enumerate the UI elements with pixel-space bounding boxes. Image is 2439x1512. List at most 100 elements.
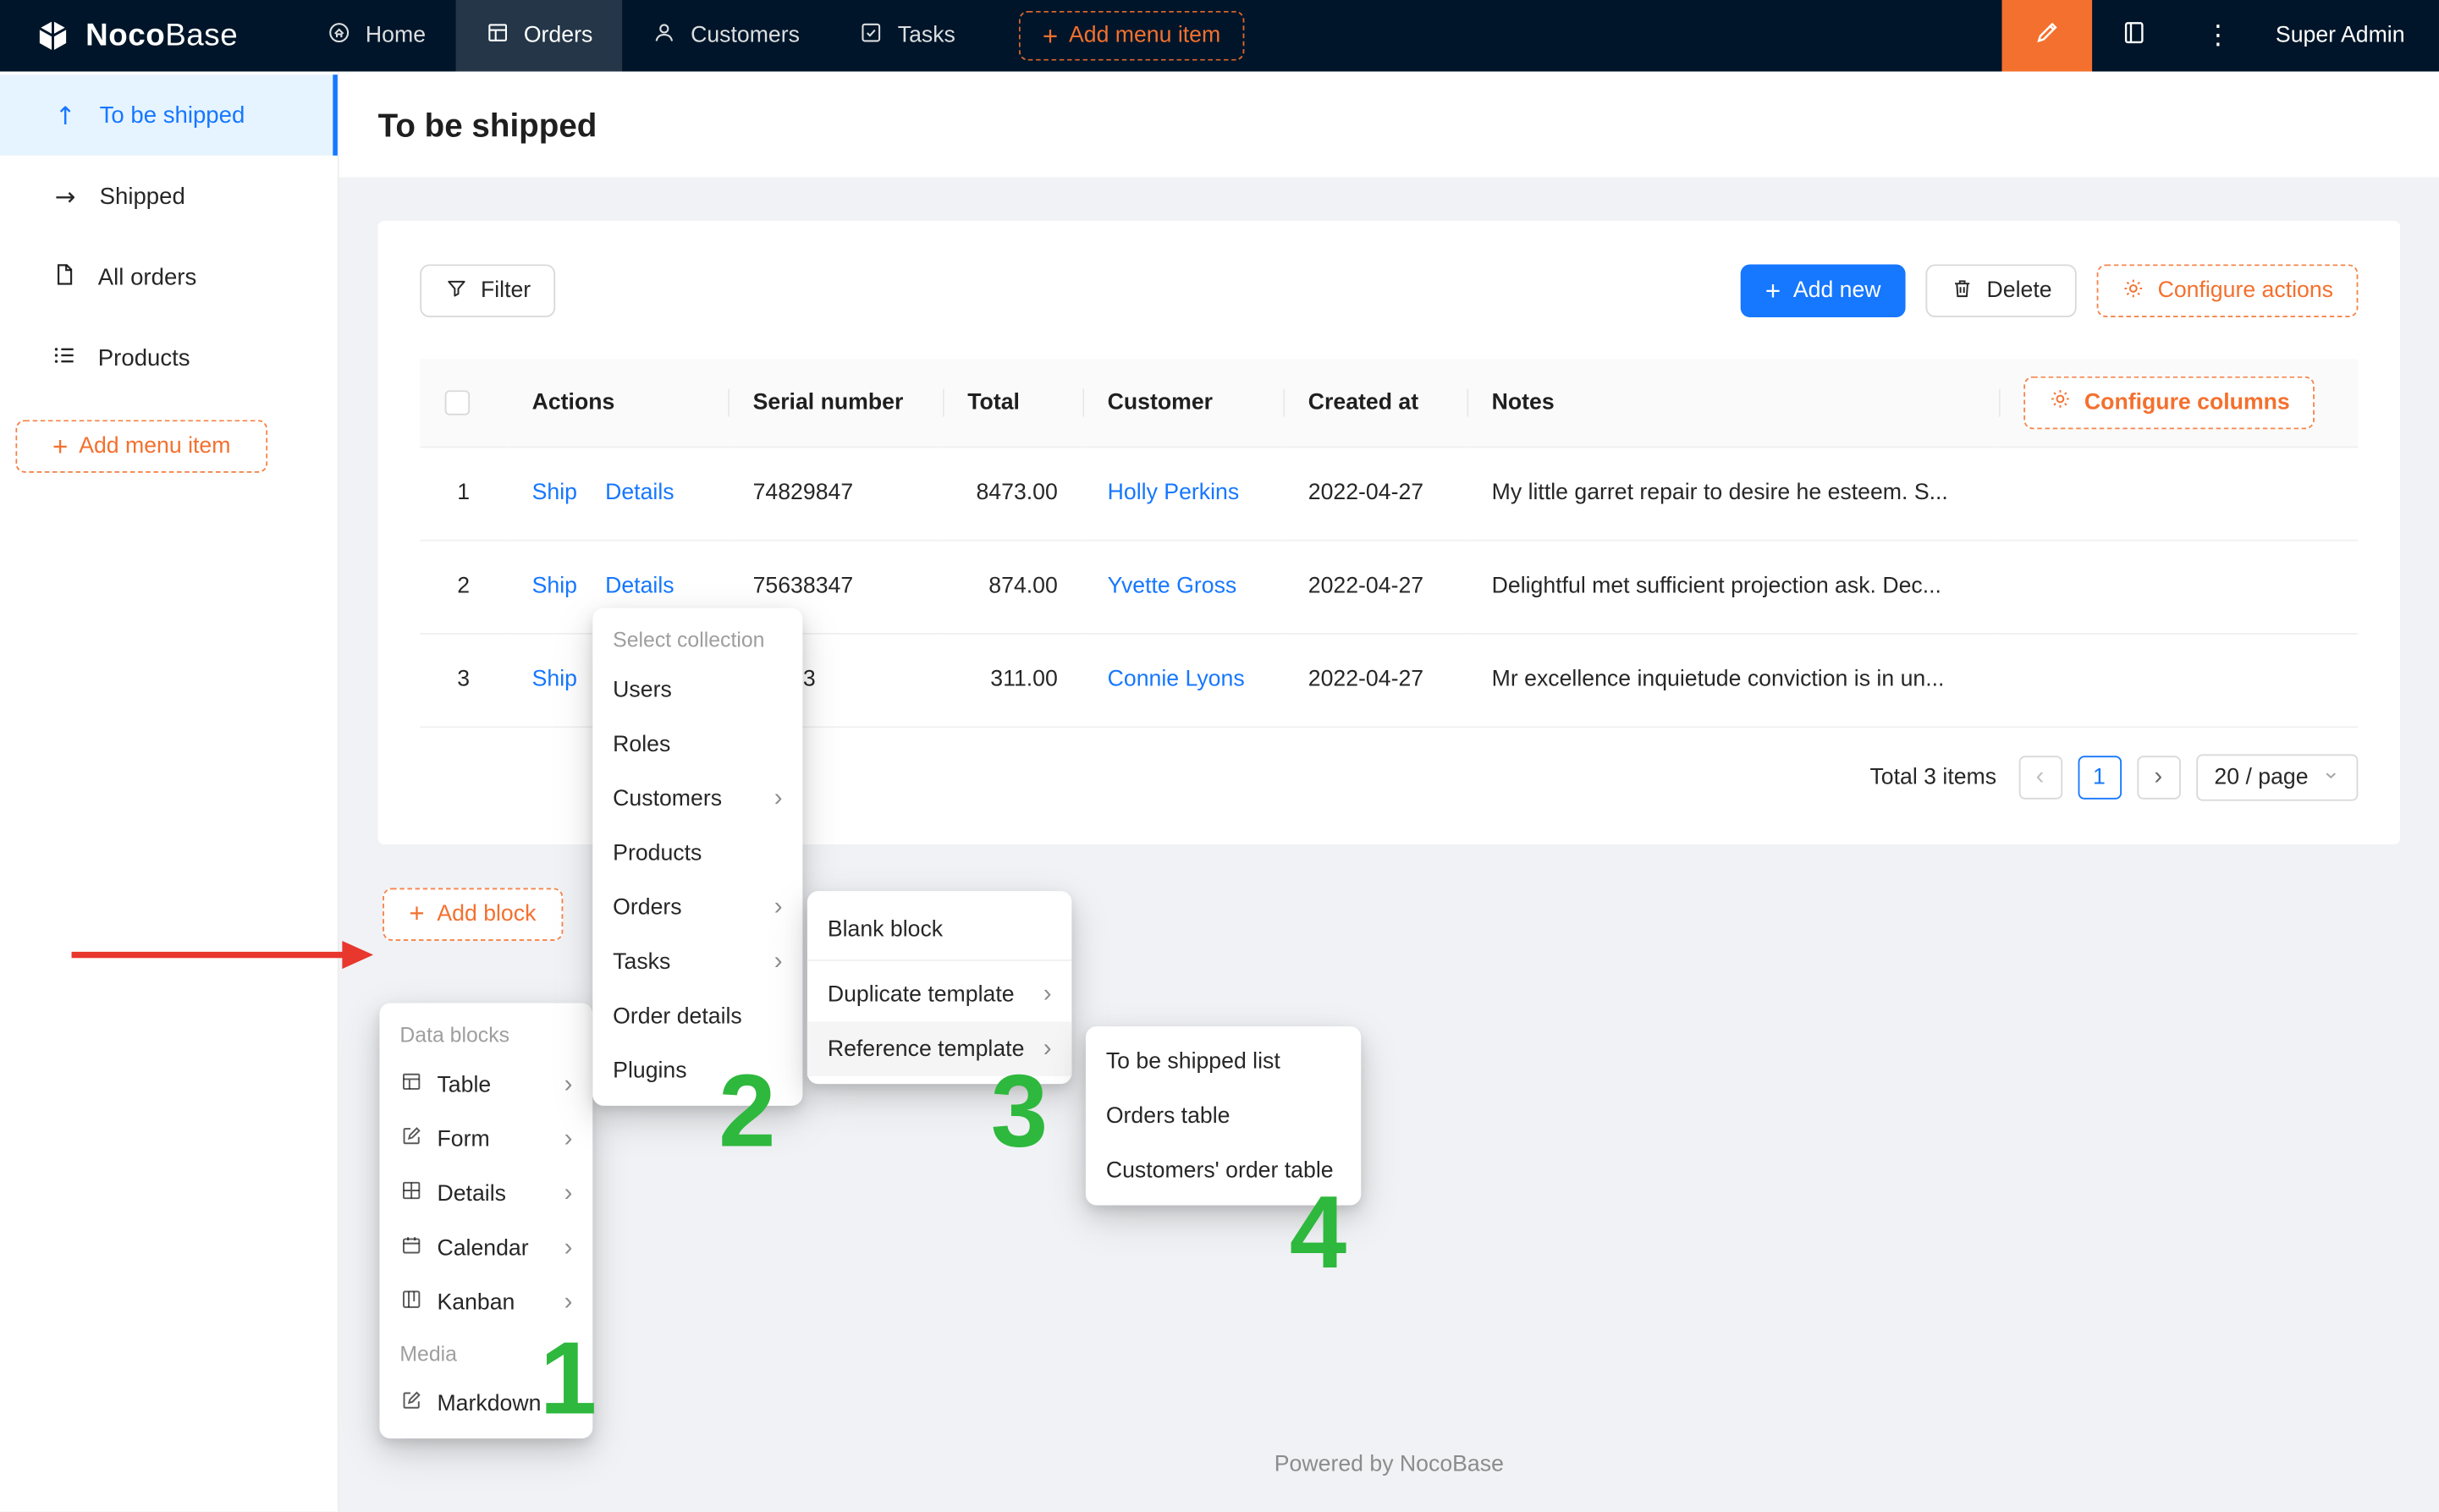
nav-item-orders[interactable]: Orders	[455, 0, 622, 72]
menu-item-users[interactable]: Users	[592, 663, 802, 717]
nav-item-home[interactable]: Home	[297, 0, 455, 72]
red-arrow-annotation	[69, 933, 373, 976]
menu-item-tasks[interactable]: Tasks›	[592, 935, 802, 989]
chevron-right-icon: ›	[564, 1127, 573, 1152]
menu-item-orders[interactable]: Orders›	[592, 880, 802, 934]
created-at-cell: 2022-04-27	[1283, 447, 1467, 540]
details-link[interactable]: Details	[605, 574, 674, 598]
orders-icon	[485, 20, 509, 52]
ship-link[interactable]: Ship	[532, 574, 577, 598]
select-all-checkbox[interactable]	[445, 390, 470, 415]
kebab-menu-icon: ⋮	[2205, 23, 2231, 49]
list-icon	[52, 341, 78, 374]
chevron-right-icon: ›	[564, 1290, 573, 1315]
chevron-right-icon: ›	[564, 1072, 573, 1097]
menu-item-duplicate-template[interactable]: Duplicate template›	[807, 967, 1071, 1021]
sidebar-item-shipped[interactable]: → Shipped	[0, 156, 338, 237]
configure-columns-button[interactable]: Configure columns	[2023, 376, 2315, 428]
menu-item-order-details[interactable]: Order details	[592, 989, 802, 1043]
column-header-serial-number: Serial number	[728, 360, 943, 447]
filter-button[interactable]: Filter	[420, 264, 555, 316]
plus-icon: +	[1043, 23, 1058, 49]
trash-icon	[1951, 276, 1974, 305]
add-new-button[interactable]: + Add new	[1740, 264, 1906, 316]
chevron-right-icon: ›	[774, 786, 783, 811]
menu-group-label: Select collection	[592, 616, 802, 663]
annotation-step-2: 2	[718, 1059, 775, 1162]
chevron-right-icon: ›	[564, 1235, 573, 1260]
user-name[interactable]: Super Admin	[2260, 24, 2439, 48]
page-size-select[interactable]: 20 / page	[2195, 754, 2358, 800]
configure-actions-button[interactable]: Configure actions	[2097, 264, 2358, 316]
main-menu: Home Orders Customers Tasks + Add menu i…	[297, 0, 1244, 72]
delete-button[interactable]: Delete	[1926, 264, 2077, 316]
pagination-prev-button[interactable]: ‹	[2018, 755, 2062, 798]
brand-text: NocoBase	[85, 18, 238, 53]
plus-icon: +	[409, 900, 424, 926]
nav-item-tasks[interactable]: Tasks	[829, 0, 985, 72]
nocobase-logo-icon	[34, 17, 71, 54]
collections-button[interactable]	[2092, 0, 2176, 72]
row-index: 1	[420, 447, 507, 540]
brand[interactable]: NocoBase	[34, 17, 238, 54]
menu-item-customers[interactable]: Customers›	[592, 772, 802, 826]
ui-editor-pen-icon	[2033, 19, 2061, 52]
menu-item-blank-block[interactable]: Blank block	[807, 899, 1071, 961]
sidebar-item-products[interactable]: Products	[0, 317, 338, 399]
chevron-right-icon: ›	[2154, 763, 2162, 791]
add-block-button[interactable]: + Add block	[383, 888, 563, 940]
configure-actions-label: Configure actions	[2158, 278, 2333, 303]
sidebar-item-to-be-shipped[interactable]: ↑ To be shipped	[0, 74, 338, 156]
notes-cell: Mr excellence inquietude conviction is i…	[1467, 633, 1999, 726]
top-navbar: NocoBase Home Orders Customers Tasks + A…	[0, 0, 2439, 72]
menu-item-calendar[interactable]: Calendar ›	[379, 1221, 592, 1275]
row-index: 3	[420, 633, 507, 726]
menu-item-form[interactable]: Form ›	[379, 1112, 592, 1166]
nav-add-menu-item-label: Add menu item	[1069, 24, 1220, 48]
total-cell: 874.00	[943, 540, 1082, 633]
nav-item-customers[interactable]: Customers	[622, 0, 829, 72]
menu-item-roles[interactable]: Roles	[592, 717, 802, 771]
notes-cell: Delightful met sufficient projection ask…	[1467, 540, 1999, 633]
menu-item-to-be-shipped-list[interactable]: To be shipped list	[1086, 1034, 1361, 1088]
pagination-page-button[interactable]: 1	[2078, 755, 2121, 798]
column-header-customer: Customer	[1082, 360, 1283, 447]
ui-editor-button[interactable]	[2001, 0, 2092, 72]
select-collection-menu: Select collection Users Roles Customers›…	[592, 608, 802, 1106]
chevron-left-icon: ‹	[2036, 763, 2045, 791]
column-header-notes: Notes	[1467, 360, 1999, 447]
gear-icon	[2049, 388, 2073, 417]
arrow-right-icon: →	[52, 181, 80, 211]
customer-link[interactable]: Holly Perkins	[1108, 481, 1240, 505]
form-icon	[399, 1124, 423, 1154]
home-icon	[327, 20, 351, 52]
pagination-next-button[interactable]: ›	[2137, 755, 2180, 798]
gear-icon	[2122, 276, 2145, 305]
ship-link[interactable]: Ship	[532, 481, 577, 505]
notes-cell: My little garret repair to desire he est…	[1467, 447, 1999, 540]
table-header-row: Actions Serial number Total Customer Cre…	[420, 360, 2358, 447]
nav-add-menu-item-button[interactable]: + Add menu item	[1019, 11, 1244, 61]
ship-link[interactable]: Ship	[532, 668, 577, 692]
menu-group-label: Data blocks	[379, 1011, 592, 1058]
menu-item-products[interactable]: Products	[592, 826, 802, 880]
annotation-step-3: 3	[991, 1059, 1048, 1162]
calendar-icon	[399, 1234, 423, 1263]
page-title: To be shipped	[378, 109, 2400, 146]
app: NocoBase Home Orders Customers Tasks + A…	[0, 0, 2439, 1512]
add-new-button-label: Add new	[1793, 278, 1881, 303]
details-link[interactable]: Details	[605, 481, 674, 505]
row-index: 2	[420, 540, 507, 633]
annotation-step-4: 4	[1290, 1180, 1346, 1283]
customer-link[interactable]: Connie Lyons	[1108, 668, 1245, 692]
more-menu-button[interactable]: ⋮	[2176, 0, 2260, 72]
page-size-value: 20 / page	[2214, 764, 2308, 789]
customer-link[interactable]: Yvette Gross	[1108, 574, 1237, 598]
pagination-total: Total 3 items	[1869, 764, 1996, 789]
sidebar-item-all-orders[interactable]: All orders	[0, 236, 338, 317]
menu-item-table[interactable]: Table ›	[379, 1058, 592, 1112]
plus-icon: +	[52, 433, 68, 459]
sidebar-add-menu-item-button[interactable]: + Add menu item	[15, 420, 267, 472]
menu-item-details[interactable]: Details ›	[379, 1167, 592, 1221]
menu-item-orders-table[interactable]: Orders table	[1086, 1089, 1361, 1143]
